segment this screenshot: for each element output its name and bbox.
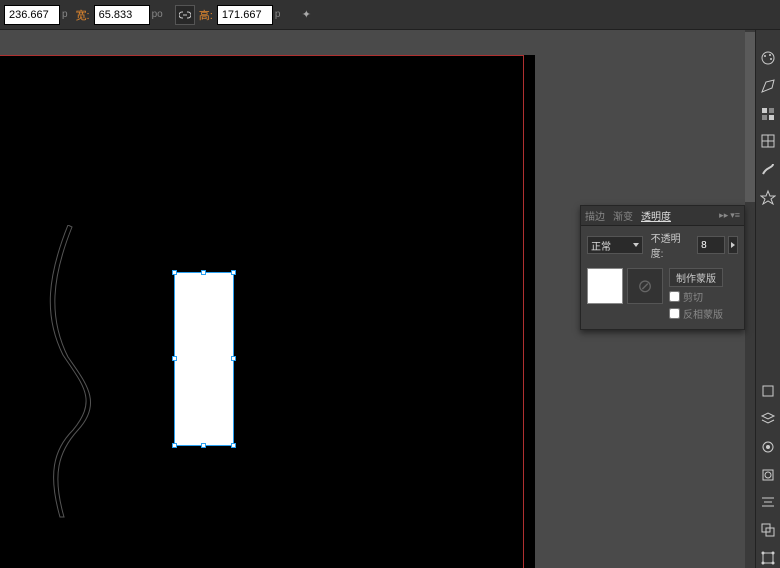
swatch-icon[interactable]: [758, 104, 778, 124]
clip-check-input[interactable]: [669, 291, 680, 302]
tab-gradient[interactable]: 渐变: [613, 208, 633, 223]
tab-stroke[interactable]: 描边: [585, 208, 605, 223]
panel-menu-icon[interactable]: ▾≡: [730, 210, 740, 221]
x-unit: p: [62, 9, 68, 20]
blend-mode-select[interactable]: 正常: [587, 236, 643, 254]
artboard-icon[interactable]: [758, 381, 778, 401]
selected-rectangle[interactable]: [175, 273, 233, 445]
panel-tabs: 描边 渐变 透明度 ▸▸ ▾≡: [581, 206, 744, 226]
height-unit: p: [275, 9, 281, 20]
grid-icon[interactable]: [758, 131, 778, 151]
chevron-down-icon: [633, 243, 639, 247]
pathfinder-icon[interactable]: [758, 520, 778, 540]
opacity-field[interactable]: [697, 236, 725, 254]
width-field[interactable]: [94, 5, 150, 25]
palette-icon[interactable]: [758, 48, 778, 68]
opacity-label: 不透明度:: [651, 230, 693, 260]
clip-label: 剪切: [683, 289, 703, 304]
make-mask-button[interactable]: 制作蒙版: [669, 268, 723, 287]
appearance-icon[interactable]: [758, 437, 778, 457]
pen-icon[interactable]: [758, 76, 778, 96]
scrollbar-thumb[interactable]: [745, 32, 755, 202]
invert-check-input[interactable]: [669, 308, 680, 319]
clip-checkbox[interactable]: 剪切: [669, 289, 723, 304]
height-field[interactable]: [217, 5, 273, 25]
mask-thumbnail[interactable]: ⊘: [627, 268, 663, 304]
opacity-stepper[interactable]: [728, 236, 738, 254]
blend-mode-value: 正常: [591, 238, 611, 253]
link-wh-icon[interactable]: [175, 5, 195, 25]
object-thumbnail[interactable]: [587, 268, 623, 304]
tab-transparency[interactable]: 透明度: [641, 208, 671, 223]
layers-icon[interactable]: [758, 409, 778, 429]
invert-mask-checkbox[interactable]: 反相蒙版: [669, 306, 723, 321]
control-bar: p 宽: po 高: p ✦: [0, 0, 780, 30]
brush-icon[interactable]: [758, 159, 778, 179]
invert-label: 反相蒙版: [683, 306, 723, 321]
width-unit: po: [152, 9, 163, 20]
graphic-styles-icon[interactable]: [758, 465, 778, 485]
panel-collapse-icon[interactable]: ▸▸: [719, 210, 728, 221]
transparency-panel: 描边 渐变 透明度 ▸▸ ▾≡ 正常 不透明度: ⊘ 制作蒙版 剪切 反相蒙版: [580, 205, 745, 330]
width-label: 宽:: [76, 7, 90, 23]
align-icon[interactable]: [758, 493, 778, 513]
vertical-scrollbar[interactable]: [745, 30, 755, 568]
panel-dock: [755, 30, 780, 568]
x-field[interactable]: [4, 5, 60, 25]
symbol-icon[interactable]: [758, 187, 778, 207]
artboard[interactable]: [0, 55, 535, 568]
height-label: 高:: [199, 7, 213, 23]
shape-mode-icon[interactable]: ✦: [296, 5, 316, 25]
transform-icon[interactable]: [758, 548, 778, 568]
